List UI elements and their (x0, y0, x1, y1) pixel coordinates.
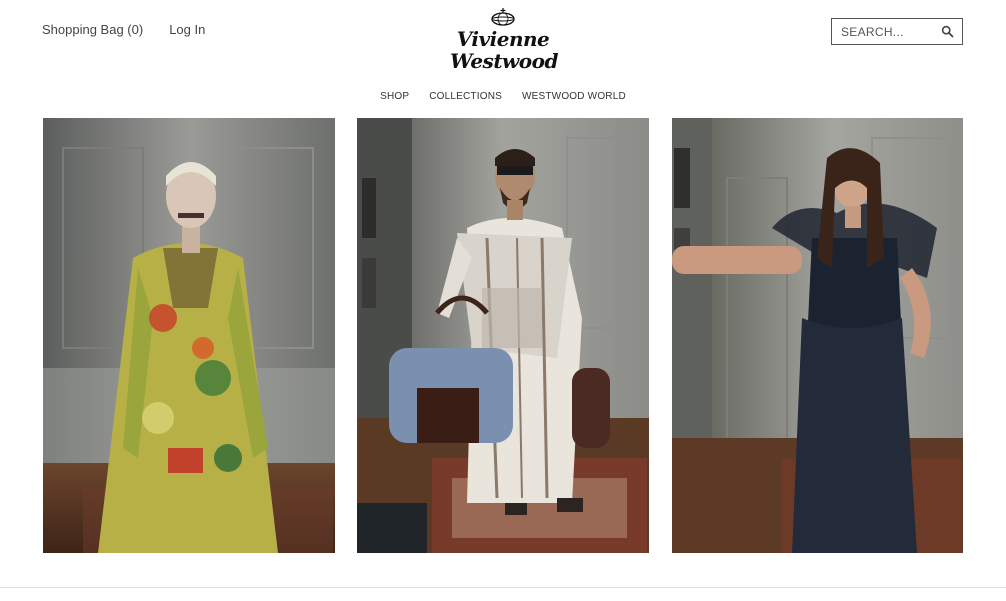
woman-black-tulle-dress-image (672, 118, 963, 553)
logo-wordmark: Vivienne Westwood (450, 27, 558, 73)
main-nav: SHOP COLLECTIONS WESTWOOD WORLD (0, 91, 1006, 102)
campaign-photo-3[interactable] (672, 118, 963, 553)
search-icon[interactable] (941, 25, 954, 38)
footer-divider (0, 587, 1006, 588)
orb-logo-icon (491, 8, 515, 26)
nav-item-collections[interactable]: COLLECTIONS (429, 91, 502, 102)
logo-line-1: Vivienne (456, 27, 550, 51)
search-input[interactable] (841, 24, 941, 39)
site-header: Shopping Bag (0) Log In Vivienne Westwoo… (0, 0, 1006, 118)
utility-links: Shopping Bag (0) Log In (42, 22, 205, 37)
brand-logo[interactable]: Vivienne Westwood (450, 8, 558, 74)
campaign-gallery (43, 118, 963, 553)
login-link[interactable]: Log In (169, 22, 205, 37)
nav-item-westwood-world[interactable]: WESTWOOD WORLD (522, 91, 626, 102)
search-box (831, 18, 963, 45)
woman-patterned-dress-image (43, 118, 335, 553)
man-striped-robe-bag-image (357, 118, 649, 553)
campaign-photo-2[interactable] (357, 118, 649, 553)
nav-item-shop[interactable]: SHOP (380, 91, 409, 102)
campaign-photo-1[interactable] (43, 118, 335, 553)
logo-line-2: Westwood (450, 49, 558, 73)
shopping-bag-link[interactable]: Shopping Bag (0) (42, 22, 143, 37)
